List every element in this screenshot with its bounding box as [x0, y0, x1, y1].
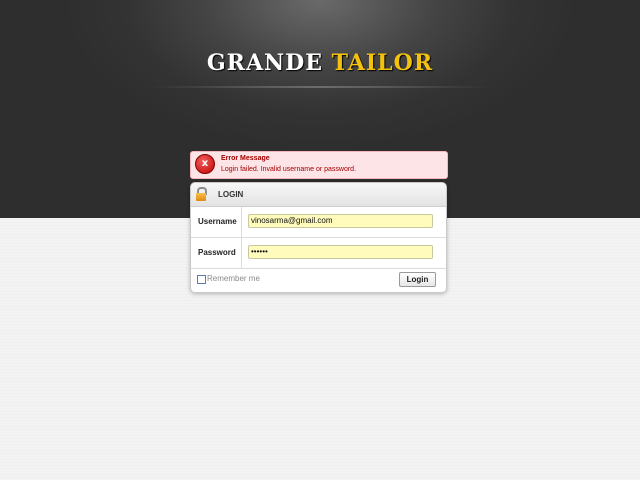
lock-icon [196, 187, 207, 201]
password-input[interactable] [248, 245, 433, 259]
row-divider [191, 268, 446, 269]
login-header: LOGIN [191, 183, 446, 207]
error-text: Login failed. Invalid username or passwo… [221, 166, 357, 173]
logo-word-tailor: TAILOR [331, 50, 434, 76]
login-panel: LOGIN Username Password Remember me Logi… [190, 182, 447, 293]
row-divider [191, 237, 446, 238]
username-input[interactable] [248, 214, 433, 228]
lock-body [196, 193, 206, 201]
error-title: Error Message [221, 155, 270, 162]
login-button[interactable]: Login [399, 272, 436, 287]
error-message-box: x Error Message Login failed. Invalid us… [190, 151, 448, 179]
login-title: LOGIN [218, 190, 244, 199]
site-logo: GRANDE TAILOR [0, 50, 640, 76]
password-label: Password [198, 248, 236, 257]
remember-me-label: Remember me [207, 274, 260, 283]
remember-me-checkbox[interactable] [197, 275, 206, 284]
logo-underline [150, 86, 490, 88]
logo-word-grande: GRANDE [206, 50, 323, 76]
username-label: Username [198, 217, 237, 226]
error-x-icon: x [195, 154, 215, 174]
